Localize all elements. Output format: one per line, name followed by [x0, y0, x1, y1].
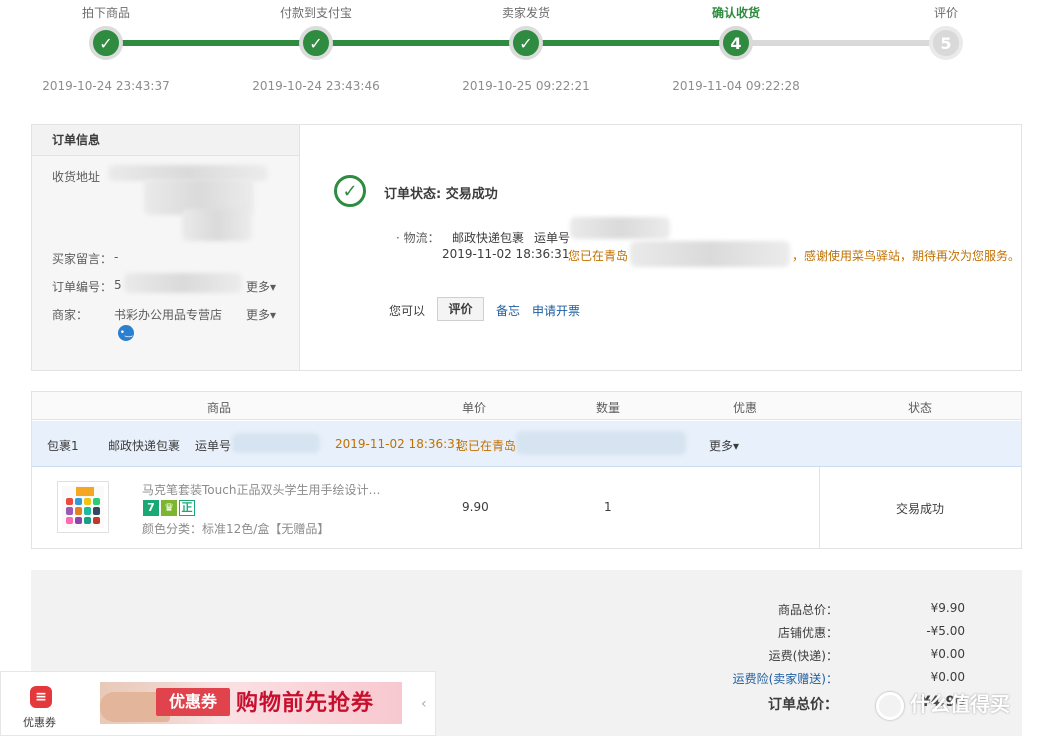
order-info-panel: 订单信息 收货地址 买家留言： - 订单编号： 5 更多▾ 商家： 书彩办公用品…	[32, 125, 300, 370]
shipping-label: 运费(快递)：	[768, 649, 838, 663]
product-sku: 颜色分类：标准12色/盒【无赠品】	[142, 522, 330, 536]
seven-day-return-icon[interactable]: 7	[143, 500, 159, 516]
product-price: 9.90	[462, 500, 489, 514]
logistics-event-time: 2019-11-02 18:36:31	[442, 247, 570, 261]
order-number-redacted	[124, 273, 242, 293]
step-place-order: 拍下商品 ✓ 2019-10-24 23:43:37	[26, 0, 186, 93]
site-watermark: 什么值得买	[876, 688, 1010, 720]
memo-link[interactable]: 备忘	[496, 302, 520, 319]
seller-name[interactable]: 书彩办公用品专营店	[114, 306, 222, 323]
logistics-event-message: 您已在青岛	[568, 249, 629, 263]
step-pay: 付款到支付宝 ✓ 2019-10-24 23:43:46	[236, 0, 396, 93]
product-status: 交易成功	[896, 502, 945, 516]
shipping-insurance-value: ¥0.00	[930, 670, 965, 684]
step-label: 评价	[933, 6, 958, 20]
address-redacted	[182, 209, 252, 241]
buyer-message-value: -	[114, 250, 119, 264]
waybill-label: 运单号	[534, 231, 571, 245]
wangwang-chat-icon[interactable]: •‿	[118, 325, 134, 341]
review-button[interactable]: 评价	[437, 297, 484, 321]
order-status-panel: ✓ 订单状态: 交易成功 · 物流： 邮政快递包裹 运单号 2019-11-02…	[300, 125, 1021, 370]
shipping-insurance-link[interactable]: 运费险(卖家赠送)：	[733, 670, 838, 687]
coupon-label[interactable]: 优惠券	[23, 714, 56, 730]
order-more-link[interactable]: 更多▾	[246, 278, 276, 295]
order-total-label: 订单总价：	[768, 697, 838, 713]
check-icon: ✓	[299, 26, 333, 60]
step-ship: 卖家发货 ✓ 2019-10-25 09:22:21	[446, 0, 606, 93]
header-product: 商品	[207, 401, 232, 415]
subtotal-label: 商品总价：	[777, 603, 838, 617]
shop-discount-label: 店铺优惠：	[777, 626, 838, 640]
step-number-icon: 5	[929, 26, 963, 60]
order-number-label: 订单编号：	[52, 280, 113, 294]
address-label: 收货地址	[52, 170, 101, 184]
logistics-message-redacted	[630, 241, 790, 267]
package-name: 包裹1	[47, 439, 79, 453]
coupon-bar: ≡ 优惠券 优惠券 购物前先抢券 ‹	[0, 671, 436, 736]
product-title-link[interactable]: 马克笔套装Touch正品双头学生用手绘设计…	[142, 481, 380, 498]
order-summary-box: 订单信息 收货地址 买家留言： - 订单编号： 5 更多▾ 商家： 书彩办公用品…	[31, 124, 1022, 371]
package-company: 邮政快递包裹	[108, 439, 181, 453]
package-message-redacted	[516, 431, 686, 455]
step-time: 2019-11-04 09:22:28	[672, 79, 800, 93]
header-quantity: 数量	[596, 401, 621, 415]
step-label: 确认收货	[711, 6, 760, 20]
invoice-link[interactable]: 申请开票	[532, 302, 580, 319]
table-row: 马克笔套装Touch正品双头学生用手绘设计… 7 ♛ 正 颜色分类：标准12色/…	[32, 467, 1021, 548]
shipping-value: ¥0.00	[930, 647, 965, 661]
step-confirm-receipt: 确认收货 4 2019-11-04 09:22:28	[656, 0, 816, 93]
brand-guarantee-icon[interactable]: ♛	[161, 500, 177, 516]
banner-text: 购物前先抢券	[236, 691, 375, 716]
order-status-text: 订单状态: 交易成功	[384, 187, 498, 202]
service-badges: 7 ♛ 正	[143, 500, 195, 516]
step-time: 2019-10-25 09:22:21	[462, 79, 590, 93]
banner-tag: 优惠券	[156, 688, 230, 716]
logistics-event-message-end: ，感谢使用菜鸟驿站，期待再次为您服务。	[792, 249, 1021, 263]
status-cell: 交易成功	[819, 467, 1021, 548]
package-row: 包裹1 邮政快递包裹 运单号 2019-11-02 18:36:31 您已在青岛…	[32, 421, 1021, 467]
logistics-label: · 物流：	[396, 231, 440, 245]
buyer-message-label: 买家留言：	[52, 252, 113, 266]
watermark-logo-icon	[876, 691, 904, 720]
order-number-value: 5	[114, 278, 122, 292]
step-number-icon: 4	[719, 26, 753, 60]
step-label: 付款到支付宝	[279, 6, 352, 20]
check-icon: ✓	[509, 26, 543, 60]
step-label: 拍下商品	[81, 6, 130, 20]
seller-label: 商家：	[52, 308, 89, 322]
logistics-company: 邮政快递包裹	[452, 231, 525, 245]
table-header: 商品 单价 数量 优惠 状态	[32, 392, 1021, 420]
coupon-banner[interactable]: 优惠券 购物前先抢券	[100, 682, 402, 724]
package-waybill-redacted	[232, 433, 320, 453]
package-event-message: 您已在青岛	[456, 439, 517, 453]
step-review: 评价 5	[866, 0, 1026, 60]
header-discount: 优惠	[733, 401, 758, 415]
waybill-redacted	[570, 217, 670, 239]
order-progress: 拍下商品 ✓ 2019-10-24 23:43:37 付款到支付宝 ✓ 2019…	[0, 0, 1047, 100]
genuine-guarantee-icon[interactable]: 正	[179, 500, 195, 516]
success-check-icon: ✓	[334, 175, 366, 207]
header-status: 状态	[908, 401, 933, 415]
step-time: 2019-10-24 23:43:37	[42, 79, 170, 93]
actions-label: 您可以	[389, 304, 426, 318]
order-info-title: 订单信息	[32, 125, 299, 156]
product-thumbnail[interactable]	[57, 481, 109, 533]
step-time: 2019-10-24 23:43:46	[252, 79, 380, 93]
product-quantity: 1	[604, 500, 612, 514]
step-label: 卖家发货	[501, 6, 550, 20]
progress-track-done	[106, 40, 736, 46]
shop-discount-value: -¥5.00	[926, 624, 965, 638]
check-icon: ✓	[89, 26, 123, 60]
package-waybill-label: 运单号	[195, 439, 232, 453]
seller-more-link[interactable]: 更多▾	[246, 306, 276, 323]
subtotal-value: ¥9.90	[930, 601, 965, 615]
header-price: 单价	[462, 401, 487, 415]
coupon-icon[interactable]: ≡	[30, 686, 52, 708]
package-event-time: 2019-11-02 18:36:31	[335, 437, 463, 451]
chevron-left-icon[interactable]: ‹	[421, 696, 427, 712]
product-table: 商品 单价 数量 优惠 状态 包裹1 邮政快递包裹 运单号 2019-11-02…	[31, 391, 1022, 549]
package-more-link[interactable]: 更多▾	[709, 437, 739, 454]
